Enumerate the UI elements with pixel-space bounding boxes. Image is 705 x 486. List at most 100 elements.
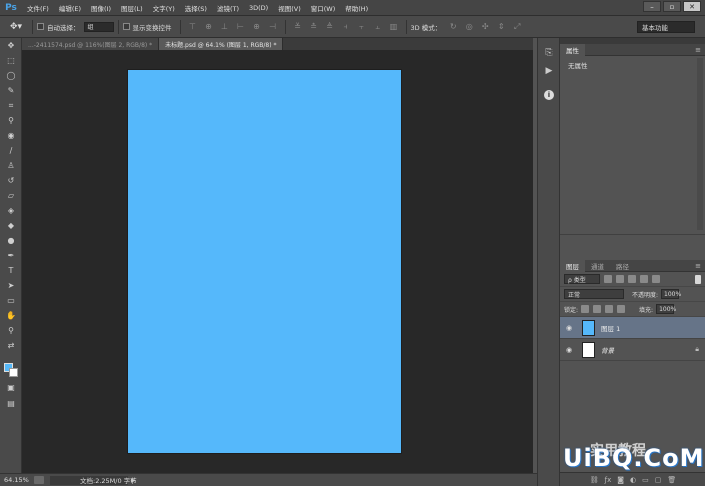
menu-3d[interactable]: 3D(D): [244, 4, 273, 12]
document-tab-active[interactable]: 未标题.psd @ 64.1% (图层 1, RGB/8) *: [159, 38, 284, 50]
align-right-icon[interactable]: ⊣: [267, 22, 279, 32]
history-panel-icon[interactable]: ⎘: [538, 44, 560, 62]
menu-type[interactable]: 文字(Y): [148, 3, 180, 13]
blur-tool-icon[interactable]: ◆: [0, 218, 22, 233]
distribute-top-icon[interactable]: ≚: [292, 22, 304, 32]
layer-filter-dropdown[interactable]: ρ 类型: [564, 274, 600, 284]
menu-edit[interactable]: 编辑(E): [54, 3, 86, 13]
properties-scrollbar[interactable]: [697, 58, 703, 230]
marquee-tool-icon[interactable]: ⬚: [0, 53, 22, 68]
lock-transparent-icon[interactable]: [581, 305, 590, 313]
menu-help[interactable]: 帮助(H): [340, 3, 373, 13]
filter-pixel-icon[interactable]: [604, 275, 612, 283]
filter-toggle[interactable]: [695, 274, 701, 284]
restore-button[interactable]: ▫: [663, 1, 681, 12]
clone-stamp-tool-icon[interactable]: ♙: [0, 158, 22, 173]
lock-pixels-icon[interactable]: [593, 305, 602, 313]
add-mask-icon[interactable]: ◙: [617, 476, 624, 484]
auto-select-checkbox[interactable]: [37, 23, 44, 30]
zoom-level[interactable]: 64.15%: [0, 476, 30, 484]
align-vcenter-icon[interactable]: ⊕: [203, 22, 215, 32]
layer-row[interactable]: ◉ 背景 🔒︎: [560, 339, 705, 361]
quick-mask-icon[interactable]: ▣: [0, 380, 22, 395]
3d-roll-icon[interactable]: ◎: [463, 22, 475, 32]
panel-menu-icon[interactable]: ≡: [695, 46, 701, 54]
layer-row[interactable]: ◉ 图层 1: [560, 317, 705, 339]
menu-select[interactable]: 选择(S): [180, 3, 212, 13]
move-tool-icon[interactable]: ✥: [0, 38, 22, 53]
actions-play-icon[interactable]: ▶: [538, 62, 560, 80]
distribute-hcenter-icon[interactable]: ⫟: [356, 22, 368, 32]
show-transform-checkbox[interactable]: [122, 23, 130, 30]
3d-rotate-icon[interactable]: ↻: [447, 22, 459, 32]
distribute-right-icon[interactable]: ⫠: [372, 22, 384, 32]
eye-icon[interactable]: ◉: [566, 346, 576, 354]
info-panel-icon[interactable]: i: [538, 86, 560, 104]
filter-adjust-icon[interactable]: [616, 275, 624, 283]
new-group-icon[interactable]: ▭: [642, 476, 649, 484]
opacity-input[interactable]: 100%: [661, 289, 681, 299]
tab-properties[interactable]: 属性: [560, 43, 585, 56]
workspace-dropdown[interactable]: 基本功能: [637, 21, 695, 33]
tab-paths[interactable]: 路径: [610, 260, 635, 272]
swap-colors-icon[interactable]: ⇄: [0, 338, 22, 353]
crop-tool-icon[interactable]: ⌗: [0, 98, 22, 113]
status-menu-arrow-icon[interactable]: ▶: [131, 477, 136, 484]
menu-image[interactable]: 图像(I): [86, 3, 116, 13]
path-selection-tool-icon[interactable]: ➤: [0, 278, 22, 293]
blend-mode-dropdown[interactable]: 正常: [564, 289, 624, 299]
menu-file[interactable]: 文件(F): [22, 3, 54, 13]
tab-channels[interactable]: 通道: [585, 260, 610, 272]
lock-position-icon[interactable]: [605, 305, 614, 313]
align-left-icon[interactable]: ⊢: [235, 22, 247, 32]
shape-tool-icon[interactable]: ▭: [0, 293, 22, 308]
distribute-bottom-icon[interactable]: ≜: [324, 22, 336, 32]
3d-slide-icon[interactable]: ⇕: [495, 22, 507, 32]
distribute-left-icon[interactable]: ⫞: [340, 22, 352, 32]
type-tool-icon[interactable]: T: [0, 263, 22, 278]
tab-layers[interactable]: 图层: [560, 259, 585, 272]
lock-all-icon[interactable]: [617, 305, 626, 313]
new-layer-icon[interactable]: ▢: [655, 476, 662, 484]
distribute-vcenter-icon[interactable]: ≛: [308, 22, 320, 32]
background-color-swatch[interactable]: [9, 368, 18, 377]
layer-name[interactable]: 背景: [601, 345, 614, 355]
layer-name[interactable]: 图层 1: [601, 323, 620, 333]
menu-filter[interactable]: 滤镜(T): [212, 3, 244, 13]
dodge-tool-icon[interactable]: ●: [0, 233, 22, 248]
panel-menu-icon[interactable]: ≡: [695, 262, 701, 270]
screen-mode-icon[interactable]: ▤: [0, 396, 22, 411]
move-tool-preset-icon[interactable]: ✥▾: [4, 19, 28, 35]
align-hcenter-icon[interactable]: ⊕: [251, 22, 263, 32]
brush-tool-icon[interactable]: ∕: [0, 143, 22, 158]
auto-align-icon[interactable]: ▥: [388, 22, 400, 32]
canvas-area[interactable]: [22, 50, 533, 473]
auto-select-dropdown[interactable]: 组: [83, 21, 114, 32]
3d-pan-icon[interactable]: ✣: [479, 22, 491, 32]
menu-view[interactable]: 视图(V): [273, 3, 306, 13]
link-layers-icon[interactable]: ⛓: [590, 476, 599, 484]
eraser-tool-icon[interactable]: ▱: [0, 188, 22, 203]
pen-tool-icon[interactable]: ✒: [0, 248, 22, 263]
3d-scale-icon[interactable]: ⤢: [511, 22, 523, 32]
filter-type-icon[interactable]: [628, 275, 636, 283]
hand-tool-icon[interactable]: ✋: [0, 308, 22, 323]
adjustment-layer-icon[interactable]: ◐: [630, 476, 636, 484]
menu-layer[interactable]: 图层(L): [116, 3, 148, 13]
align-top-icon[interactable]: ⊤: [187, 22, 199, 32]
filter-shape-icon[interactable]: [640, 275, 648, 283]
filter-smart-icon[interactable]: [652, 275, 660, 283]
fill-input[interactable]: 100%: [656, 304, 676, 314]
align-bottom-icon[interactable]: ⊥: [219, 22, 231, 32]
menu-window[interactable]: 窗口(W): [306, 3, 341, 13]
spot-healing-tool-icon[interactable]: ◉: [0, 128, 22, 143]
document-tab[interactable]: ...-2411574.psd @ 116%(图层 2, RGB/8) *: [22, 38, 160, 50]
eyedropper-tool-icon[interactable]: ⚲: [0, 113, 22, 128]
delete-layer-icon[interactable]: 🗑︎: [667, 476, 676, 484]
layer-style-icon[interactable]: ƒx: [605, 476, 612, 484]
document-canvas[interactable]: [128, 70, 401, 453]
history-brush-tool-icon[interactable]: ↺: [0, 173, 22, 188]
close-button[interactable]: ✕: [683, 1, 701, 12]
minimize-button[interactable]: –: [643, 1, 661, 12]
zoom-tool-icon[interactable]: ⚲: [0, 323, 22, 338]
